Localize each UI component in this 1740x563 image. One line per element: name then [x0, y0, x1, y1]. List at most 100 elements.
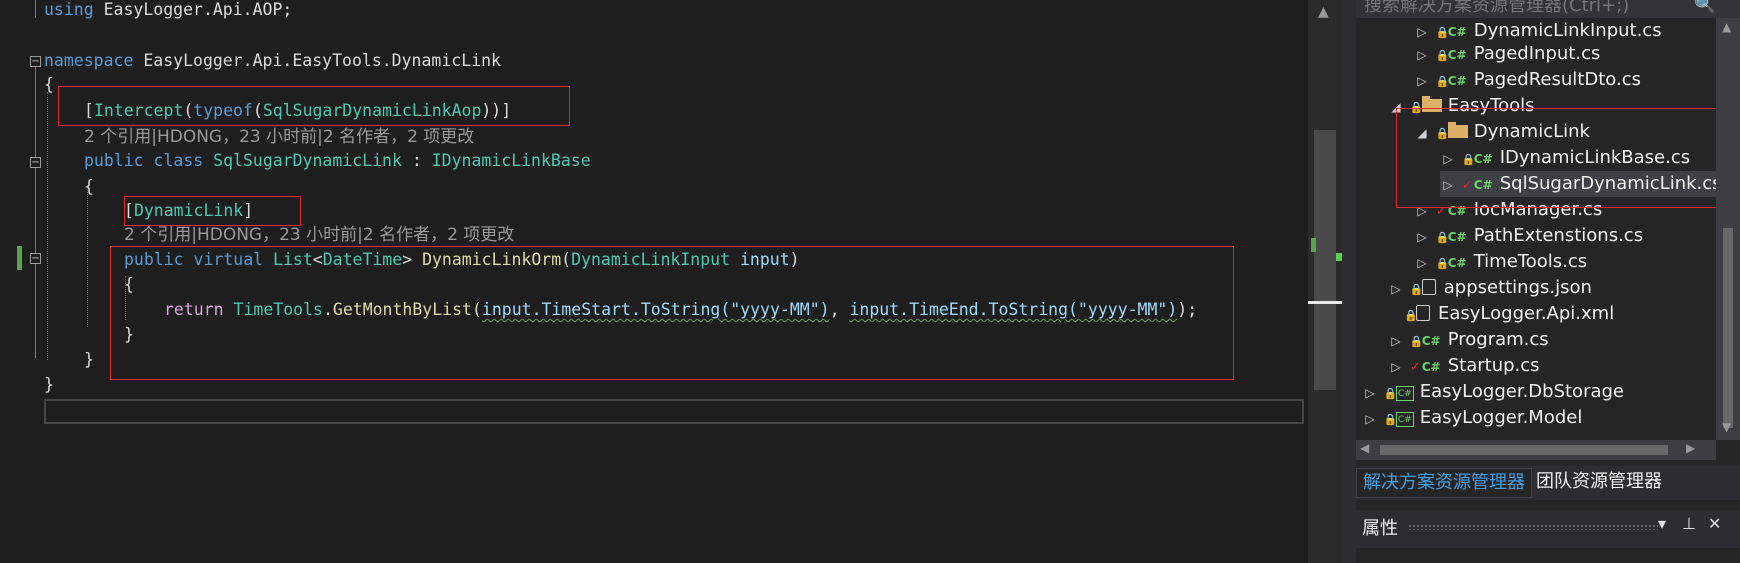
pin-icon[interactable]: ⊥: [1682, 514, 1696, 533]
namespace-name: EasyLogger.Api.EasyTools.DynamicLink: [133, 51, 501, 70]
csharp-project-icon: C#: [1395, 386, 1414, 401]
csharp-file-icon: C#: [1447, 48, 1467, 62]
tree-item-label: appsettings.json: [1443, 277, 1592, 298]
lock-icon: 🔒: [1435, 49, 1450, 62]
lock-icon: 🔒: [1383, 387, 1398, 400]
tree-item-project-dbstorage[interactable]: ▷ 🔒C# EasyLogger.DbStorage: [1362, 379, 1624, 405]
scrollbar-thumb[interactable]: [1380, 445, 1668, 455]
csharp-project-icon: C#: [1395, 412, 1414, 427]
keyword: using: [44, 0, 94, 19]
code-line-using[interactable]: using EasyLogger.Api.AOP;: [44, 0, 292, 23]
tree-item-label: DynamicLinkInput.cs: [1473, 20, 1662, 41]
highlight-box-method: [110, 246, 1234, 380]
tree-item-label: PagedInput.cs: [1473, 43, 1601, 64]
keyword: public class: [84, 151, 204, 170]
csharp-file-icon: C#: [1447, 256, 1467, 270]
tree-item-startup[interactable]: ▷ ✓C# Startup.cs: [1388, 353, 1540, 380]
codelens-class[interactable]: 2 个引用|HDONG，23 小时前|2 名作者，2 项更改: [84, 124, 474, 150]
properties-panel: 属性 ▾ ⊥ ✕: [1356, 510, 1740, 563]
tree-item-label: Startup.cs: [1447, 355, 1540, 376]
code-line-brace[interactable]: {: [44, 72, 54, 98]
code-line-brace[interactable]: }: [44, 372, 54, 398]
close-icon[interactable]: ✕: [1708, 514, 1721, 533]
scroll-up-icon[interactable]: ▲: [1722, 20, 1731, 34]
tree-item-label: PathExtenstions.cs: [1473, 225, 1644, 246]
tree-item-timetools[interactable]: ▷ 🔒C# TimeTools.cs: [1414, 249, 1587, 275]
scrollbar-thumb[interactable]: [1314, 130, 1336, 390]
tree-item-appsettings[interactable]: ▷ 🔒 appsettings.json: [1388, 275, 1592, 301]
tree-item-pathextenstions[interactable]: ▷ 🔒C# PathExtenstions.cs: [1414, 223, 1643, 249]
scroll-right-icon[interactable]: ▶: [1686, 441, 1695, 455]
tree-item-pagedresultdto[interactable]: ▷ 🔒C# PagedResultDto.cs: [1414, 67, 1641, 93]
code-line-brace[interactable]: {: [84, 174, 94, 200]
search-input[interactable]: [1362, 0, 1686, 18]
current-line-highlight: [44, 399, 1304, 424]
tree-vertical-scrollbar[interactable]: ▲ ▼: [1716, 18, 1740, 440]
expand-icon[interactable]: ▷: [1414, 224, 1430, 250]
scroll-left-icon[interactable]: ◀: [1360, 441, 1369, 455]
json-file-icon: [1421, 279, 1436, 295]
lock-icon: 🔒: [1409, 335, 1424, 348]
properties-title: 属性: [1362, 518, 1398, 539]
namespace-ref: EasyLogger.Api.AOP;: [93, 0, 293, 19]
csharp-file-icon: C#: [1421, 360, 1441, 374]
checkout-check-icon: ✓: [1409, 360, 1421, 375]
base-type: IDynamicLinkBase: [431, 151, 591, 170]
tree-item-label: EasyLogger.DbStorage: [1419, 381, 1625, 402]
explorer-tab-strip: 解决方案资源管理器 团队资源管理器: [1356, 466, 1740, 500]
csharp-file-icon: C#: [1421, 334, 1441, 348]
lock-icon: 🔒: [1435, 257, 1450, 270]
lock-icon: 🔒: [1435, 231, 1450, 244]
panel-grip[interactable]: [1408, 524, 1658, 530]
code-line-class-declaration[interactable]: public class SqlSugarDynamicLink : IDyna…: [84, 148, 591, 174]
tree-item-api-xml[interactable]: 🔒 EasyLogger.Api.xml: [1404, 301, 1614, 327]
dropdown-icon[interactable]: ▾: [1658, 514, 1666, 533]
scrollbar-thumb[interactable]: [1723, 228, 1733, 428]
expand-icon[interactable]: ▷: [1414, 42, 1430, 68]
code-line-brace[interactable]: }: [84, 347, 94, 373]
tree-item-label: EasyLogger.Model: [1419, 407, 1583, 428]
tab-team-explorer[interactable]: 团队资源管理器: [1530, 468, 1668, 496]
xml-file-icon: [1416, 305, 1430, 321]
expand-icon[interactable]: ▷: [1388, 276, 1404, 302]
expand-icon[interactable]: ▷: [1362, 406, 1378, 432]
tree-item-project-model[interactable]: ▷ 🔒C# EasyLogger.Model: [1362, 405, 1582, 431]
code-editor[interactable]: − − − using EasyLogger.Api.AOP; namespac…: [0, 0, 1308, 563]
highlight-box-tree: [1396, 108, 1727, 208]
keyword: namespace: [44, 51, 134, 70]
expand-icon[interactable]: ▷: [1414, 68, 1430, 94]
csharp-file-icon: C#: [1447, 230, 1467, 244]
expand-icon[interactable]: ▷: [1362, 380, 1378, 406]
solution-search[interactable]: 🔍: [1356, 0, 1740, 18]
code-line-namespace[interactable]: namespace EasyLogger.Api.EasyTools.Dynam…: [44, 48, 501, 74]
expand-icon[interactable]: ▷: [1388, 328, 1404, 354]
scroll-down-icon[interactable]: ▼: [1722, 420, 1731, 434]
editor-vertical-scrollbar[interactable]: ▲: [1308, 0, 1342, 563]
separator: :: [401, 151, 432, 170]
tree-item-label: PagedResultDto.cs: [1473, 69, 1641, 90]
tree-item-label: TimeTools.cs: [1473, 251, 1588, 272]
tree-item-program[interactable]: ▷ 🔒C# Program.cs: [1388, 327, 1549, 354]
properties-body: [1356, 548, 1740, 563]
tree-item-pagedinput[interactable]: ▷ 🔒C# PagedInput.cs: [1414, 41, 1600, 67]
tab-solution-explorer[interactable]: 解决方案资源管理器: [1356, 468, 1532, 498]
caret-marker: [1308, 301, 1342, 304]
solution-tree[interactable]: ▷ 🔒C# DynamicLinkInput.cs ▷ 🔒C# PagedInput…: [1356, 18, 1716, 440]
change-marker: [1311, 238, 1316, 252]
highlight-box-intercept: [58, 86, 570, 126]
expand-icon[interactable]: ▷: [1388, 354, 1404, 380]
scroll-up-icon[interactable]: ▲: [1318, 4, 1329, 20]
lock-icon: 🔒: [1435, 75, 1450, 88]
lock-icon: 🔒: [1409, 283, 1424, 296]
tree-item-label: Program.cs: [1447, 329, 1549, 350]
lock-icon: 🔒: [1404, 309, 1418, 322]
search-icon[interactable]: 🔍: [1694, 0, 1716, 15]
highlight-box-dynamiclink: [124, 196, 301, 226]
solution-explorer: 🔍 ▷ 🔒C#DynamicLinkInput.cs ▷ 🔒C#PagedInp…: [1356, 0, 1740, 563]
class-name: SqlSugarDynamicLink: [213, 151, 402, 170]
expand-icon[interactable]: ▷: [1414, 250, 1430, 276]
csharp-file-icon: C#: [1447, 74, 1467, 88]
tree-horizontal-scrollbar[interactable]: ◀ ▶: [1356, 440, 1716, 460]
tree-item-label: EasyLogger.Api.xml: [1438, 303, 1615, 324]
panel-splitter[interactable]: [1342, 0, 1356, 563]
